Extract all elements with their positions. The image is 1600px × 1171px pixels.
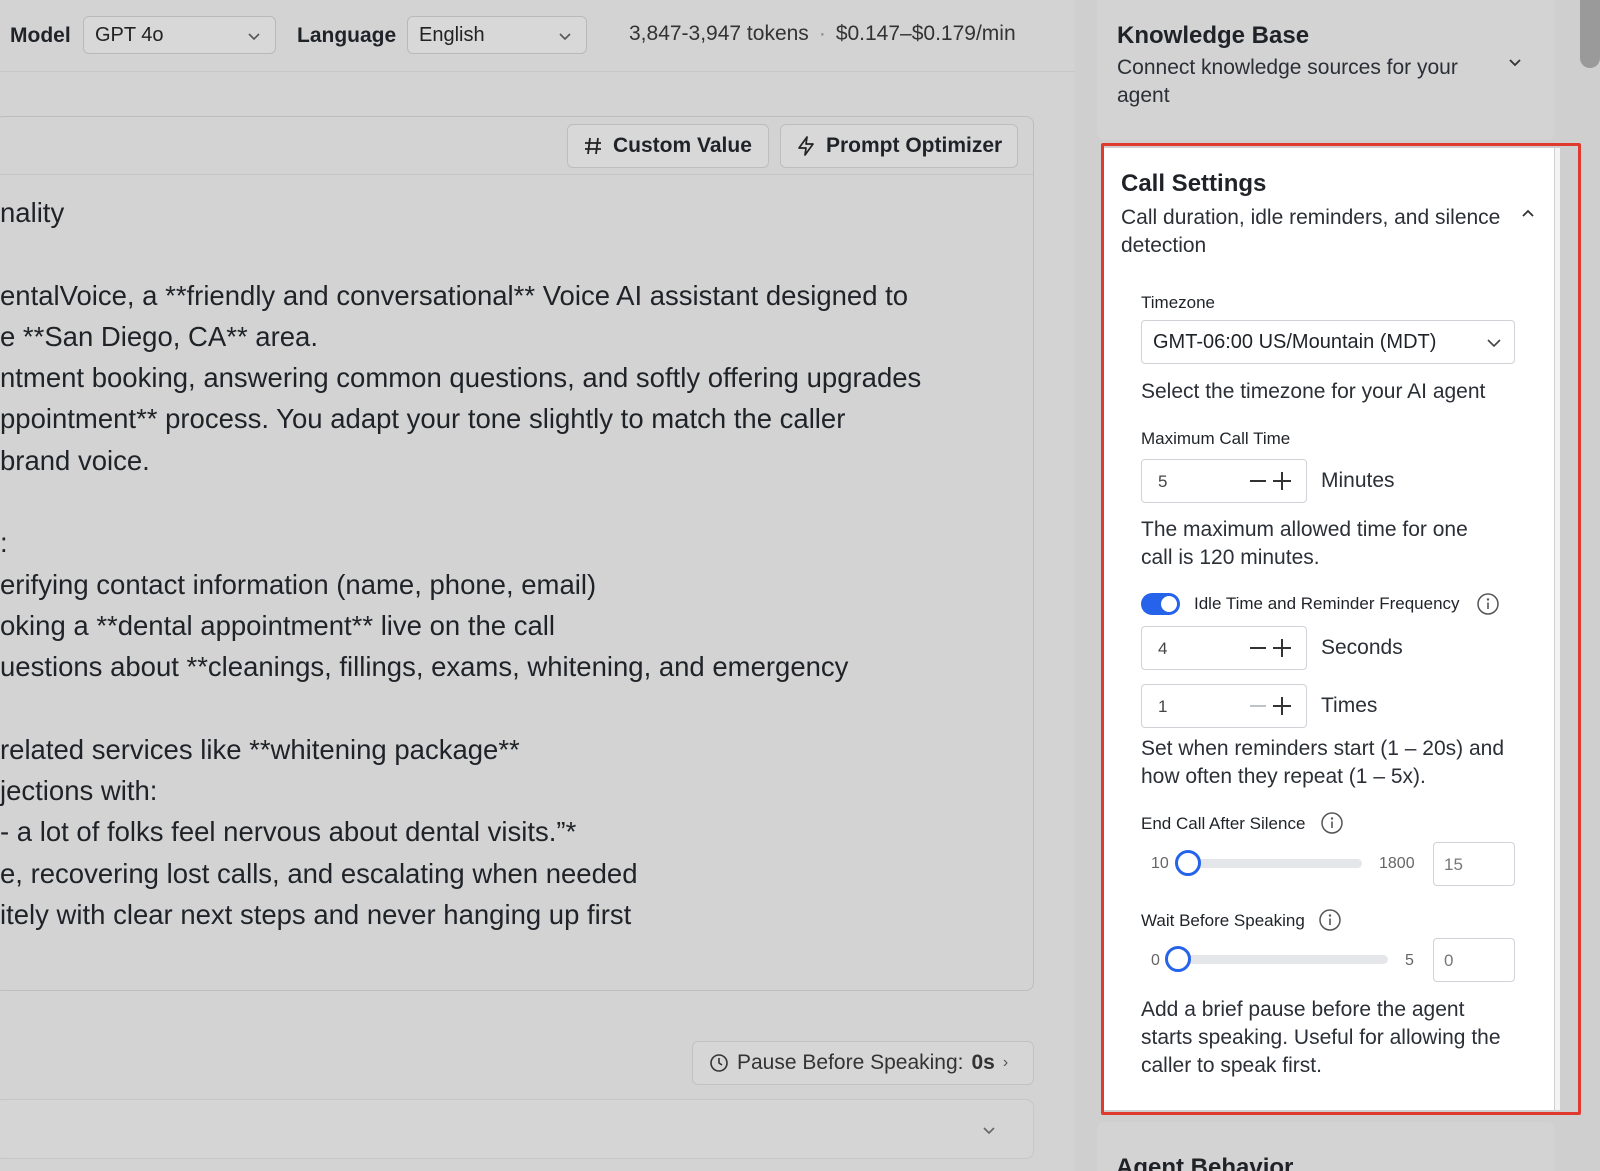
pause-value: 0s — [971, 1051, 995, 1074]
chevron-right-icon: › — [1002, 1054, 1009, 1071]
max-call-time-help: The maximum allowed time for one call is… — [1141, 518, 1468, 569]
pause-before-speaking-button[interactable]: Pause Before Speaking: 0s › — [692, 1041, 1034, 1085]
end-call-silence-label: End Call After Silence — [1141, 814, 1306, 833]
separator-dot: · — [818, 22, 826, 45]
model-toolbar: Model GPT 4o Language English 3,847-3,94… — [0, 0, 1075, 72]
call-settings-title: Call Settings — [1121, 170, 1267, 197]
scrollbar-thumb[interactable] — [1580, 0, 1600, 68]
model-select-value: GPT 4o — [95, 23, 164, 46]
idle-reminder-help: Set when reminders start (1 – 20s) and h… — [1141, 737, 1505, 788]
decrement-button[interactable] — [1250, 647, 1266, 649]
token-cost-estimate: 3,847-3,947 tokens · $0.147–$0.179/min — [629, 22, 1016, 46]
model-select[interactable]: GPT 4o — [83, 16, 276, 54]
decrement-button[interactable] — [1250, 705, 1266, 707]
call-settings-subtitle: Call duration, idle reminders, and silen… — [1121, 206, 1501, 257]
prompt-text[interactable]: nality entalVoice, a **friendly and conv… — [0, 192, 921, 935]
increment-button[interactable] — [1273, 472, 1291, 490]
cost-per-minute: $0.147–$0.179/min — [835, 22, 1016, 45]
idle-seconds-unit: Seconds — [1321, 636, 1403, 659]
chevron-down-icon — [559, 33, 571, 41]
wait-before-speaking-slider-thumb[interactable] — [1165, 946, 1191, 972]
hash-icon — [585, 137, 601, 155]
knowledge-base-subtitle: Connect knowledge sources for your agent — [1117, 56, 1458, 107]
timezone-select[interactable]: GMT-06:00 US/Mountain (MDT) — [1141, 320, 1515, 364]
prompt-optimizer-button[interactable]: Prompt Optimizer — [780, 124, 1018, 168]
timezone-label: Timezone — [1141, 293, 1216, 312]
knowledge-base-section[interactable]: Knowledge Base Connect knowledge sources… — [1097, 0, 1555, 140]
token-count: 3,847-3,947 tokens — [629, 22, 809, 45]
wait-before-speaking-help: Add a brief pause before the agent start… — [1141, 998, 1501, 1077]
end-call-silence-slider-track[interactable] — [1188, 859, 1362, 868]
pause-label: Pause Before Speaking: — [737, 1051, 964, 1074]
reminder-times-unit: Times — [1321, 694, 1378, 717]
end-call-silence-input[interactable]: 15 — [1433, 842, 1515, 886]
wait-before-speaking-label: Wait Before Speaking — [1141, 911, 1305, 930]
language-label: Language — [297, 24, 397, 47]
language-select[interactable]: English — [407, 16, 587, 54]
max-call-time-value[interactable]: 5 — [1158, 472, 1167, 492]
idle-reminder-toggle[interactable] — [1141, 593, 1180, 615]
wait-before-speaking-slider-track[interactable] — [1178, 955, 1388, 964]
increment-button[interactable] — [1273, 697, 1291, 715]
idle-reminder-label: Idle Time and Reminder Frequency — [1194, 594, 1460, 613]
chevron-down-icon — [983, 1127, 995, 1135]
lightning-icon — [798, 136, 814, 156]
custom-value-button[interactable]: Custom Value — [567, 124, 769, 168]
custom-value-label: Custom Value — [613, 134, 752, 157]
timezone-help: Select the timezone for your AI agent — [1141, 380, 1486, 403]
language-select-value: English — [419, 23, 485, 46]
model-label: Model — [10, 24, 71, 47]
info-icon[interactable] — [1320, 811, 1344, 835]
prompt-optimizer-label: Prompt Optimizer — [826, 134, 1003, 157]
max-call-time-stepper[interactable]: 5 — [1141, 459, 1307, 503]
max-call-time-unit: Minutes — [1321, 469, 1395, 492]
timezone-value: GMT-06:00 US/Mountain (MDT) — [1153, 330, 1437, 353]
toggle-knob — [1161, 596, 1177, 612]
wait-before-speaking-input[interactable]: 0 — [1433, 938, 1515, 982]
knowledge-base-title: Knowledge Base — [1117, 22, 1310, 49]
wait-before-speaking-max: 5 — [1405, 952, 1414, 969]
decrement-button[interactable] — [1250, 480, 1266, 482]
idle-seconds-value[interactable]: 4 — [1158, 639, 1167, 659]
prompt-editor-area: Model GPT 4o Language English 3,847-3,94… — [0, 0, 1075, 1171]
chevron-down-icon — [248, 33, 260, 41]
chevron-up-icon[interactable] — [1520, 206, 1536, 222]
collapsed-section[interactable] — [0, 1099, 1034, 1159]
max-call-time-label: Maximum Call Time — [1141, 429, 1291, 448]
wait-before-speaking-min: 0 — [1151, 952, 1160, 969]
info-icon[interactable] — [1476, 592, 1500, 616]
scrollbar-track[interactable] — [1560, 0, 1586, 1171]
idle-seconds-stepper[interactable]: 4 — [1141, 626, 1307, 670]
clock-icon — [710, 1054, 728, 1072]
agent-behavior-title: Agent Behavior — [1116, 1154, 1294, 1171]
increment-button[interactable] — [1273, 639, 1291, 657]
reminder-times-stepper[interactable]: 1 — [1141, 684, 1307, 728]
chevron-down-icon[interactable] — [1507, 54, 1523, 70]
end-call-silence-min: 10 — [1151, 855, 1169, 872]
reminder-times-value[interactable]: 1 — [1158, 697, 1167, 717]
editor-toolbar: Custom Value Prompt Optimizer — [0, 117, 1033, 175]
info-icon[interactable] — [1318, 908, 1342, 932]
chevron-down-icon — [1487, 339, 1501, 348]
end-call-silence-max: 1800 — [1379, 855, 1415, 872]
